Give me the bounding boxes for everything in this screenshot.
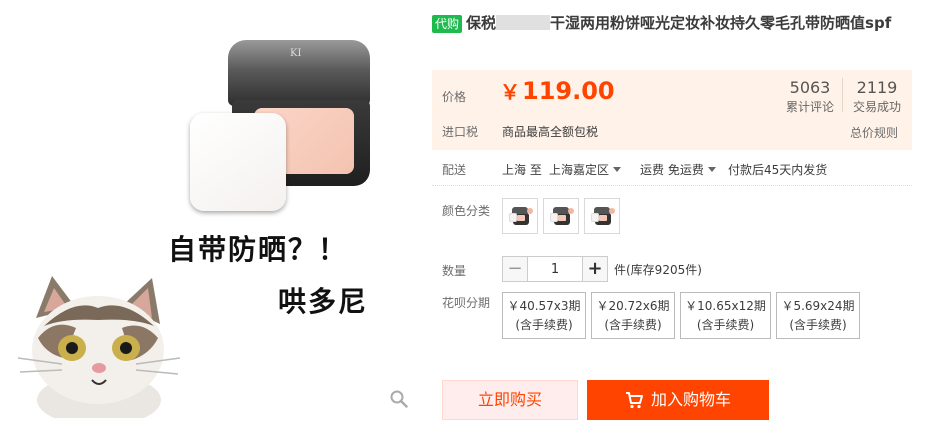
decrease-button[interactable]: −	[502, 256, 528, 282]
increase-button[interactable]: +	[582, 256, 608, 282]
meme-caption-2: 哄多尼	[278, 285, 369, 318]
installment-plan-24[interactable]: ￥5.69x24期 (含手续费)	[776, 292, 860, 339]
installment-row: 花呗分期 ￥40.57x3期 (含手续费) ￥20.72x6期 (含手续费) ￥…	[432, 292, 912, 342]
plan-fee: (含手续费)	[515, 318, 573, 332]
price-amount: 119.00	[522, 77, 615, 105]
title-suffix: 干湿两用粉饼哑光定妆补妆持久零毛孔带防晒值spf	[550, 14, 892, 32]
plan-fee: (含手续费)	[604, 318, 662, 332]
quantity-row: 数量 − + 件(库存9205件)	[432, 256, 912, 282]
destination-text: 上海嘉定区	[549, 163, 610, 177]
plan-fee: (含手续费)	[789, 318, 847, 332]
quantity-input[interactable]	[527, 256, 583, 282]
reviews-count: 5063	[789, 78, 831, 97]
color-options: 颜色分类	[432, 196, 912, 240]
stock-info: 件(库存9205件)	[614, 263, 702, 277]
deals-count: 2119	[856, 78, 898, 97]
cat-meme-image	[17, 276, 181, 418]
shipping-label: 配送	[442, 163, 467, 177]
redacted-brand	[496, 15, 551, 30]
meme-caption-1: 自带防晒？！	[168, 233, 349, 266]
color-swatch-1[interactable]	[502, 198, 538, 234]
color-label: 颜色分类	[442, 204, 491, 218]
daigou-badge: 代购	[432, 15, 463, 33]
plan-amount: ￥10.65x12期	[685, 299, 766, 313]
color-swatch-2[interactable]	[543, 198, 579, 234]
add-to-cart-button[interactable]: 加入购物车	[587, 380, 769, 420]
compact-logo: KI	[290, 48, 302, 59]
tax-value: 商品最高全额包税	[502, 125, 599, 139]
deals-stat: 2119 交易成功	[848, 78, 906, 116]
destination-select[interactable]: 上海嘉定区	[549, 161, 622, 178]
sponge-puff	[190, 113, 286, 211]
title-prefix: 保税	[466, 14, 497, 32]
product-title: 代购 保税 干湿两用粉饼哑光定妆补妆持久零毛孔带防晒值spf	[432, 12, 912, 35]
installment-label: 花呗分期	[442, 296, 491, 310]
price-label: 价格	[442, 90, 467, 104]
installment-plan-12[interactable]: ￥10.65x12期 (含手续费)	[680, 292, 771, 339]
reviews-label: 累计评论	[785, 100, 834, 114]
plan-amount: ￥5.69x24期	[781, 299, 855, 313]
shipping-fee-select[interactable]: 运费 免运费	[640, 161, 716, 178]
price-value: ￥119.00	[500, 76, 615, 105]
cart-icon	[625, 392, 643, 409]
installment-plan-6[interactable]: ￥20.72x6期 (含手续费)	[591, 292, 675, 339]
plan-fee: (含手续费)	[696, 318, 755, 332]
chevron-down-icon	[707, 167, 716, 172]
stat-divider	[842, 78, 843, 112]
price-rules-link[interactable]: 总价规则	[850, 124, 898, 141]
tax-label: 进口税	[442, 125, 479, 139]
deals-label: 交易成功	[852, 100, 901, 114]
shipping-fee-text: 运费 免运费	[640, 163, 704, 177]
quantity-label: 数量	[442, 264, 467, 278]
add-to-cart-label: 加入购物车	[650, 390, 731, 409]
buy-now-button[interactable]: 立即购买	[442, 380, 578, 420]
quantity-stepper: − +	[502, 256, 608, 282]
chevron-down-icon	[613, 167, 622, 172]
compact-lid: KI	[228, 40, 370, 106]
reviews-stat[interactable]: 5063 累计评论	[782, 78, 838, 116]
shipping-row: 配送 上海 至 上海嘉定区 运费 免运费 付款后45天内发货	[432, 154, 912, 186]
product-image: KI 自带防晒？！ 哄多尼	[0, 0, 420, 426]
price-panel: 价格 ￥119.00 进口税 商品最高全额包税 5063 累计评论 2119 交…	[432, 70, 912, 150]
color-swatch-3[interactable]	[584, 198, 620, 234]
plan-amount: ￥40.57x3期	[507, 299, 581, 313]
zoom-icon[interactable]	[390, 390, 408, 408]
delivery-time: 付款后45天内发货	[728, 163, 828, 177]
currency-symbol: ￥	[500, 80, 520, 104]
shipping-origin: 上海 至	[502, 163, 542, 177]
installment-plan-3[interactable]: ￥40.57x3期 (含手续费)	[502, 292, 586, 339]
plan-amount: ￥20.72x6期	[596, 299, 670, 313]
